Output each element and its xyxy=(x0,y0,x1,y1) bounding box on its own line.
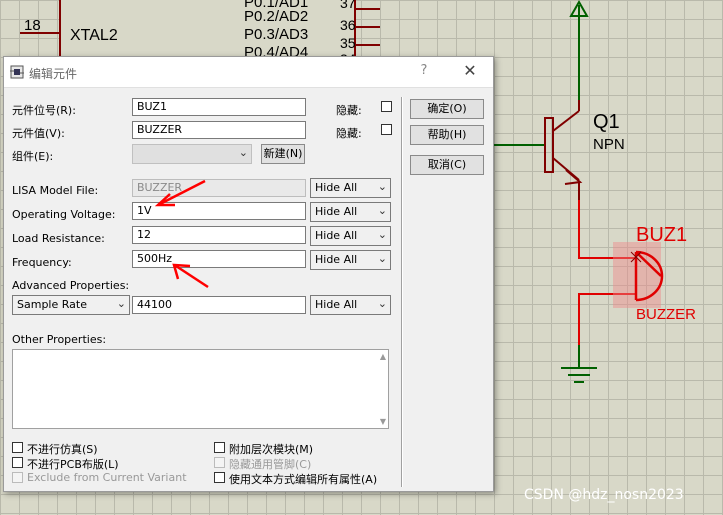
chevron-down-icon: ⌄ xyxy=(377,297,387,310)
voltage-visibility-value: Hide All xyxy=(315,205,358,218)
value-hidden-label: 隐藏: xyxy=(336,127,362,140)
ref-label: 元件位号(R): xyxy=(12,104,76,117)
frequency-input[interactable]: 500Hz xyxy=(132,250,306,268)
hide-pins-label: 隐藏通用管脚(C) xyxy=(229,458,312,471)
other-properties-label: Other Properties: xyxy=(12,333,107,346)
port-pin-1: 37 xyxy=(340,0,356,11)
port-label-3: P0.3/AD3 xyxy=(244,26,308,43)
frequency-label: Frequency: xyxy=(12,256,72,269)
group-label: 组件(E): xyxy=(12,150,54,163)
close-icon[interactable]: ✕ xyxy=(459,61,481,81)
transistor-type: NPN xyxy=(593,136,625,153)
edit-text-checkbox[interactable] xyxy=(214,472,225,483)
value-label: 元件值(V): xyxy=(12,127,65,140)
cancel-button[interactable]: 取消(C) xyxy=(410,155,484,175)
lisa-input[interactable]: BUZZER xyxy=(132,179,306,197)
transistor-ref: Q1 xyxy=(593,111,620,133)
chevron-down-icon: ⌄ xyxy=(116,297,126,310)
lisa-visibility-select[interactable]: Hide All ⌄ xyxy=(310,178,391,198)
help-icon[interactable]: ? xyxy=(414,63,434,81)
no-pcb-checkbox[interactable] xyxy=(12,457,23,468)
exclude-variant-checkbox[interactable] xyxy=(12,472,23,483)
value-hidden-checkbox[interactable] xyxy=(381,124,392,135)
advanced-property-select[interactable]: Sample Rate ⌄ xyxy=(12,295,130,315)
port-pin-2: 36 xyxy=(340,17,356,33)
scroll-up-icon[interactable]: ▲ xyxy=(380,352,386,361)
resistance-input[interactable]: 12 xyxy=(132,226,306,244)
app-icon xyxy=(10,65,24,79)
xtal2-pin-number: 18 xyxy=(24,17,41,34)
advanced-visibility-select[interactable]: Hide All ⌄ xyxy=(310,295,391,315)
advanced-visibility-value: Hide All xyxy=(315,298,358,311)
voltage-label: Operating Voltage: xyxy=(12,208,116,221)
no-pcb-label: 不进行PCB布版(L) xyxy=(27,458,119,471)
frequency-visibility-select[interactable]: Hide All ⌄ xyxy=(310,250,391,270)
ref-hidden-label: 隐藏: xyxy=(336,104,362,117)
scroll-down-icon[interactable]: ▼ xyxy=(380,417,386,426)
new-group-button[interactable]: 新建(N) xyxy=(261,144,305,164)
buzzer-value: BUZZER xyxy=(636,306,696,323)
port-pin-3: 35 xyxy=(340,35,356,51)
advanced-value-input[interactable]: 44100 xyxy=(132,296,306,314)
npn-transistor-icon[interactable] xyxy=(544,100,583,200)
value-input[interactable]: BUZZER xyxy=(132,121,306,139)
help-button[interactable]: 帮助(H) xyxy=(410,125,484,145)
voltage-input[interactable]: 1V xyxy=(132,202,306,220)
hide-pins-checkbox[interactable] xyxy=(214,457,225,468)
watermark: CSDN @hdz_nosn2023 xyxy=(524,487,684,503)
chevron-down-icon: ⌄ xyxy=(238,146,248,159)
xtal2-pin-name: XTAL2 xyxy=(70,27,118,44)
advanced-label: Advanced Properties: xyxy=(12,279,130,292)
vertical-separator xyxy=(401,97,403,487)
chevron-down-icon: ⌄ xyxy=(377,204,387,217)
chevron-down-icon: ⌄ xyxy=(377,252,387,265)
dialog-titlebar[interactable]: 编辑元件 ? ✕ xyxy=(4,57,493,88)
ref-input[interactable]: BUZ1 xyxy=(132,98,306,116)
exclude-variant-label: Exclude from Current Variant xyxy=(27,471,187,484)
attach-hierarchy-checkbox[interactable] xyxy=(214,442,225,453)
port-label-2: P0.2/AD2 xyxy=(244,8,308,25)
ok-button[interactable]: 确定(O) xyxy=(410,99,484,119)
resistance-label: Load Resistance: xyxy=(12,232,105,245)
frequency-visibility-value: Hide All xyxy=(315,253,358,266)
buzzer-ref: BUZ1 xyxy=(636,224,687,246)
voltage-visibility-select[interactable]: Hide All ⌄ xyxy=(310,202,391,222)
dialog-title: 编辑元件 xyxy=(29,67,78,81)
lisa-label: LISA Model File: xyxy=(12,184,99,197)
edit-text-label: 使用文本方式编辑所有属性(A) xyxy=(229,473,378,486)
group-select[interactable]: ⌄ xyxy=(132,144,252,164)
other-properties-textarea[interactable]: ▲ ▼ xyxy=(12,349,389,429)
chevron-down-icon: ⌄ xyxy=(377,228,387,241)
ref-hidden-checkbox[interactable] xyxy=(381,101,392,112)
attach-hierarchy-label: 附加层次模块(M) xyxy=(229,443,314,456)
no-sim-label: 不进行仿真(S) xyxy=(27,443,98,456)
chevron-down-icon: ⌄ xyxy=(377,180,387,193)
edit-component-dialog: 编辑元件 ? ✕ 元件位号(R): BUZ1 隐藏: 元件值(V): BUZZE… xyxy=(3,56,494,492)
no-sim-checkbox[interactable] xyxy=(12,442,23,453)
buzzer-icon[interactable] xyxy=(613,242,664,308)
lisa-visibility-value: Hide All xyxy=(315,181,358,194)
resistance-visibility-value: Hide All xyxy=(315,229,358,242)
advanced-property-value: Sample Rate xyxy=(17,298,87,311)
ground-icon xyxy=(561,345,597,383)
resistance-visibility-select[interactable]: Hide All ⌄ xyxy=(310,226,391,246)
